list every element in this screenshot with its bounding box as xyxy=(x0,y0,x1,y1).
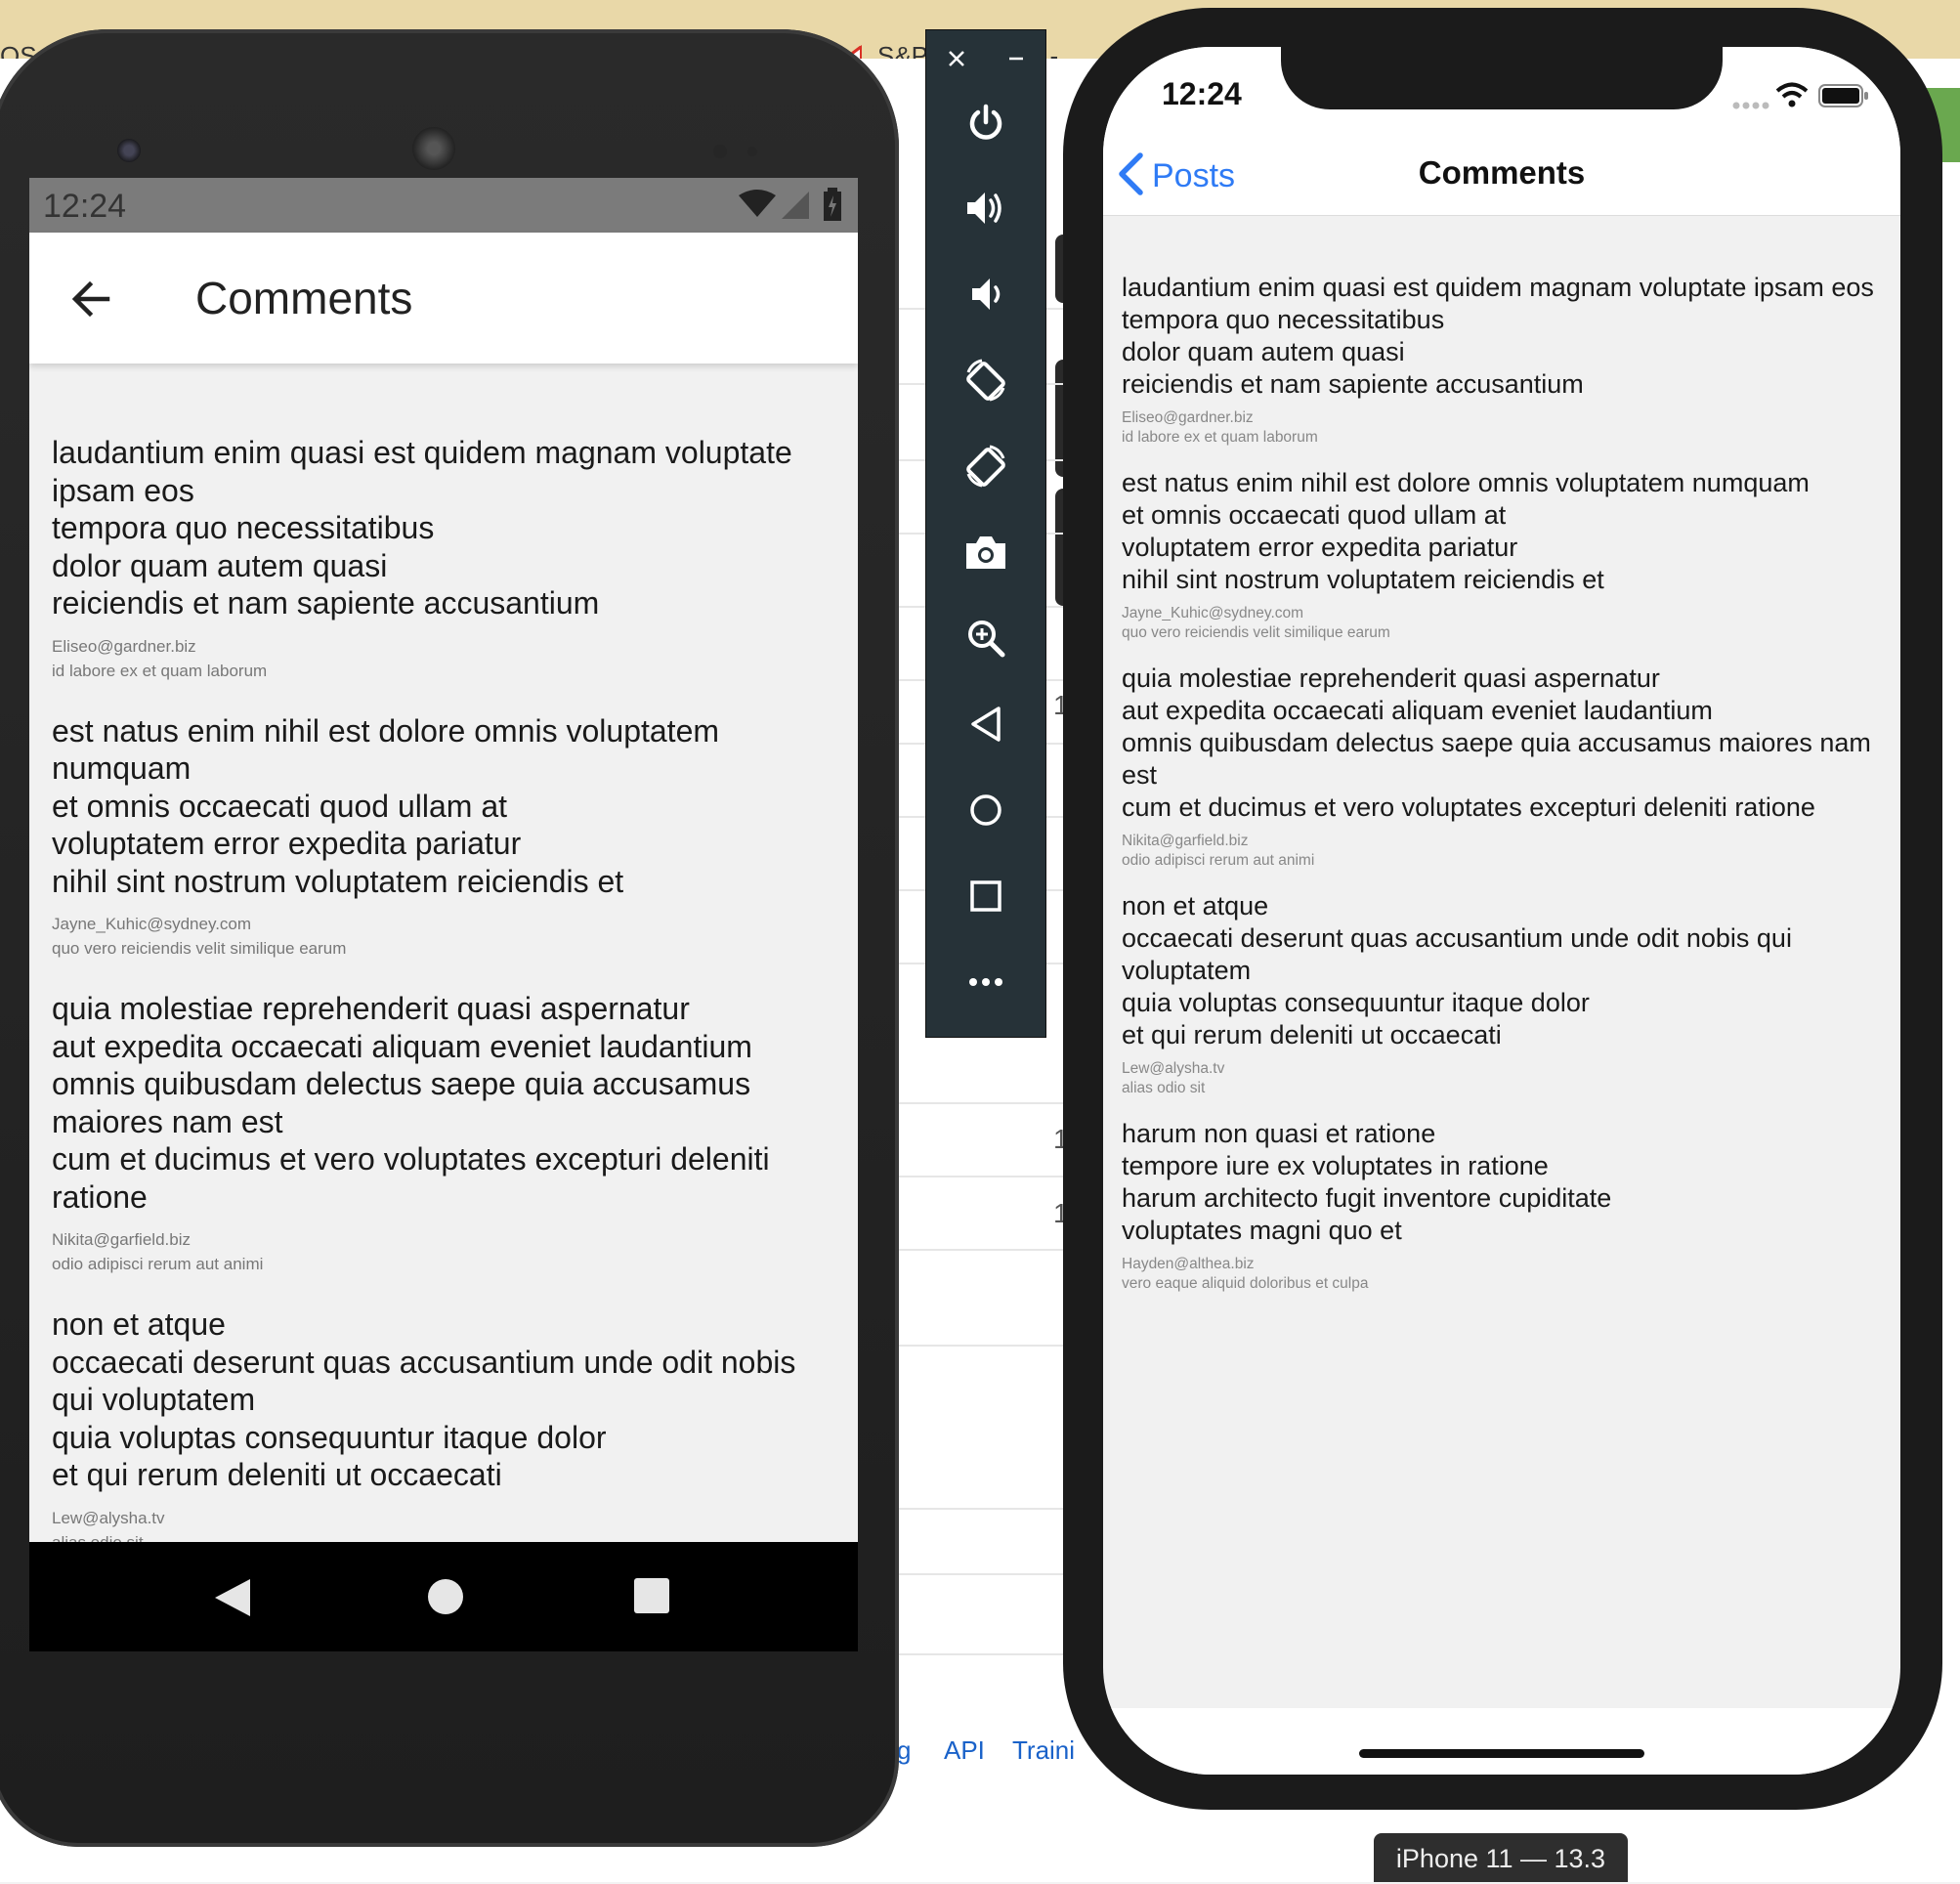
background-divider xyxy=(899,1102,1065,1104)
rotate-left-icon[interactable] xyxy=(926,351,1045,409)
footer-link-api[interactable]: API xyxy=(944,1735,985,1766)
emulator-toolbar xyxy=(925,29,1046,1038)
comment-item[interactable]: quia molestiae reprehenderit quasi asper… xyxy=(52,990,843,1276)
cell-signal-icon xyxy=(1732,98,1769,115)
comment-item[interactable]: non et atque occaecati deserunt quas acc… xyxy=(52,1306,843,1555)
background-divider xyxy=(899,1653,1065,1655)
background-divider xyxy=(899,1573,1065,1575)
comment-name: quo vero reiciendis velit similique earu… xyxy=(1122,624,1390,641)
comment-email: Eliseo@gardner.biz xyxy=(1122,409,1254,426)
comment-body: quia molestiae reprehenderit quasi asper… xyxy=(52,991,770,1215)
android-screen: 12:24 Comments laudantium enim quasi est… xyxy=(29,178,858,1649)
simulator-device-label: iPhone 11 — 13.3 xyxy=(1374,1833,1628,1882)
android-app-bar: Comments xyxy=(29,233,858,364)
close-icon[interactable] xyxy=(926,30,986,87)
comment-email: Nikita@garfield.biz xyxy=(52,1230,191,1249)
home-indicator[interactable] xyxy=(1359,1749,1644,1758)
cell-signal-icon xyxy=(782,192,809,224)
zoom-icon[interactable] xyxy=(926,609,1045,667)
comment-email: Hayden@althea.biz xyxy=(1122,1256,1255,1272)
ios-bottom-area xyxy=(1103,1708,1900,1775)
battery-icon xyxy=(823,188,842,226)
comment-body: est natus enim nihil est dolore omnis vo… xyxy=(52,712,720,899)
comment-item[interactable]: harum non quasi et ratione tempore iure … xyxy=(1122,1118,1894,1294)
power-icon[interactable] xyxy=(926,93,1045,151)
iphone-screen: 12:24 Posts Comments laudantium enim qua… xyxy=(1103,47,1900,1775)
comment-item[interactable]: est natus enim nihil est dolore omnis vo… xyxy=(1122,467,1894,643)
comment-email: Eliseo@gardner.biz xyxy=(52,636,196,656)
footer-link[interactable]: g xyxy=(897,1735,911,1766)
android-status-bar: 12:24 xyxy=(29,178,858,233)
back-arrow-icon[interactable] xyxy=(64,272,119,326)
comment-item[interactable]: laudantium enim quasi est quidem magnam … xyxy=(1122,272,1894,448)
nav-home-icon[interactable] xyxy=(426,1577,465,1621)
comment-email: Jayne_Kuhic@sydney.com xyxy=(52,915,252,933)
android-speaker xyxy=(412,127,455,170)
comment-name: odio adipisci rerum aut animi xyxy=(52,1255,264,1273)
page-title: Comments xyxy=(195,273,413,323)
home-icon[interactable] xyxy=(926,781,1045,839)
android-sensor xyxy=(747,147,757,156)
comment-item[interactable]: quia molestiae reprehenderit quasi asper… xyxy=(1122,663,1894,871)
background-divider xyxy=(899,1345,1065,1347)
android-sensor xyxy=(713,145,727,158)
comment-item[interactable]: laudantium enim quasi est quidem magnam … xyxy=(52,434,843,683)
comment-name: vero eaque aliquid doloribus et culpa xyxy=(1122,1275,1369,1292)
volume-up-icon[interactable] xyxy=(926,179,1045,237)
nav-back-icon[interactable] xyxy=(213,1577,252,1623)
nav-overview-icon[interactable] xyxy=(633,1577,670,1619)
iphone-notch xyxy=(1281,47,1723,109)
comments-list[interactable]: laudantium enim quasi est quidem magnam … xyxy=(1122,272,1894,1313)
comment-body: laudantium enim quasi est quidem magnam … xyxy=(1122,273,1874,399)
comment-body: non et atque occaecati deserunt quas acc… xyxy=(1122,891,1792,1049)
android-navigation-bar xyxy=(29,1542,858,1651)
comment-email: Nikita@garfield.biz xyxy=(1122,833,1249,849)
comment-body: quia molestiae reprehenderit quasi asper… xyxy=(1122,664,1871,822)
comment-email: Lew@alysha.tv xyxy=(52,1508,165,1527)
comment-body: non et atque occaecati deserunt quas acc… xyxy=(52,1306,796,1492)
background-divider xyxy=(899,1176,1065,1178)
minimize-icon[interactable] xyxy=(986,30,1045,87)
rotate-right-icon[interactable] xyxy=(926,437,1045,495)
overview-icon[interactable] xyxy=(926,867,1045,925)
ios-status-time: 12:24 xyxy=(1162,76,1242,111)
background-divider xyxy=(899,1249,1065,1251)
more-icon[interactable] xyxy=(926,953,1045,1011)
comment-name: alias odio sit xyxy=(1122,1080,1206,1096)
comment-item[interactable]: est natus enim nihil est dolore omnis vo… xyxy=(52,712,843,962)
comment-name: id labore ex et quam laborum xyxy=(1122,429,1318,446)
battery-icon xyxy=(1818,84,1869,112)
background-divider xyxy=(899,1508,1065,1510)
comment-body: harum non quasi et ratione tempore iure … xyxy=(1122,1119,1612,1245)
android-camera xyxy=(117,139,141,162)
comment-email: Jayne_Kuhic@sydney.com xyxy=(1122,605,1304,621)
ios-navigation-bar: 12:24 Posts Comments xyxy=(1103,47,1900,216)
comment-item[interactable]: non et atque occaecati deserunt quas acc… xyxy=(1122,890,1894,1098)
comment-name: odio adipisci rerum aut animi xyxy=(1122,852,1315,869)
back-icon[interactable] xyxy=(926,695,1045,753)
wifi-icon xyxy=(739,190,776,224)
comment-name: id labore ex et quam laborum xyxy=(52,661,268,680)
comment-body: est natus enim nihil est dolore omnis vo… xyxy=(1122,468,1810,594)
comment-body: laudantium enim quasi est quidem magnam … xyxy=(52,435,792,621)
volume-down-icon[interactable] xyxy=(926,265,1045,323)
page-title: Comments xyxy=(1418,154,1586,191)
comment-name: quo vero reiciendis velit similique earu… xyxy=(52,939,347,958)
camera-icon[interactable] xyxy=(926,523,1045,581)
wifi-icon xyxy=(1775,82,1809,112)
comment-email: Lew@alysha.tv xyxy=(1122,1060,1225,1077)
comments-list[interactable]: laudantium enim quasi est quidem magnam … xyxy=(52,434,843,1584)
android-status-time: 12:24 xyxy=(43,188,127,225)
footer-link-training[interactable]: Traini xyxy=(1012,1735,1075,1766)
